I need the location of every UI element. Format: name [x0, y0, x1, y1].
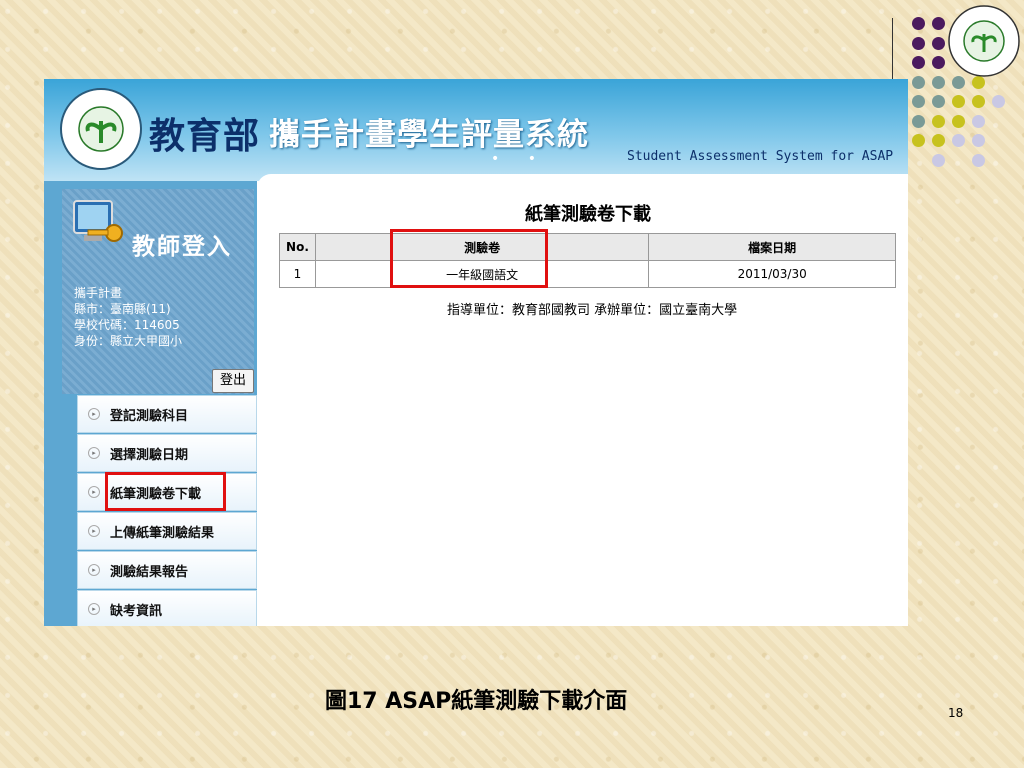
header-decor: • • [491, 151, 548, 167]
ministry-name: 教育部 [149, 116, 261, 157]
menu-item-label: 登記測驗科目 [110, 409, 189, 424]
decorative-dot [912, 134, 925, 147]
menu-item-result-report[interactable]: ▸ 測驗結果報告 [77, 551, 257, 589]
app-header: 教育部 攜手計畫學生評量系統 • • Student Assessment Sy… [44, 79, 908, 181]
highlight-box-paper-column [390, 229, 548, 288]
download-table: No. 測驗卷 檔案日期 1 一年級國語文 2011/03/30 [279, 233, 896, 288]
decorative-dot [932, 75, 945, 89]
highlight-box-download-menu [105, 472, 226, 511]
page-title: 紙筆測驗卷下載 [525, 204, 651, 225]
decorative-dot [932, 17, 945, 30]
menu-item-label: 選擇測驗日期 [110, 448, 189, 463]
menu-item-label: 測驗結果報告 [110, 565, 189, 580]
monitor-key-icon [73, 200, 123, 242]
ministry-logo-top-right [948, 5, 1020, 77]
column-header-no: No. [279, 233, 316, 261]
menu-item-upload-results[interactable]: ▸ 上傳紙筆測驗結果 [77, 512, 257, 550]
menu-item-absence-info[interactable]: ▸ 缺考資訊 [77, 590, 257, 626]
system-title: 攜手計畫學生評量系統 [269, 117, 589, 153]
menu-item-label: 上傳紙筆測驗結果 [110, 526, 215, 541]
decorative-dot [912, 95, 925, 108]
decorative-dot [912, 75, 925, 89]
decorative-dot [952, 114, 965, 128]
user-info-county: 縣市：臺南縣(11) [74, 302, 171, 316]
cell-date: 2011/03/30 [648, 260, 896, 288]
decorative-dot [932, 56, 945, 69]
divider-line [892, 18, 893, 80]
chevron-right-icon: ▸ [88, 525, 100, 537]
sidebar: 教師登入 攜手計畫 縣市：臺南縣(11) 學校代碼：114605 身份：縣立大甲… [44, 181, 257, 626]
chevron-right-icon: ▸ [88, 486, 100, 498]
table-row: 1 一年級國語文 2011/03/30 [279, 260, 896, 288]
footer-note: 指導單位：教育部國教司 承辦單位：國立臺南大學 [447, 303, 738, 318]
system-title-en: Student Assessment System for ASAP [627, 149, 894, 164]
screenshot-panel: 教育部 攜手計畫學生評量系統 • • Student Assessment Sy… [44, 79, 908, 626]
chevron-right-icon: ▸ [88, 408, 100, 420]
user-info-program: 攜手計畫 [74, 286, 123, 300]
decorative-dot [952, 95, 965, 108]
teacher-login-box: 教師登入 攜手計畫 縣市：臺南縣(11) 學校代碼：114605 身份：縣立大甲… [62, 189, 254, 394]
chevron-right-icon: ▸ [88, 447, 100, 459]
column-header-date: 檔案日期 [648, 233, 896, 261]
chevron-right-icon: ▸ [88, 564, 100, 576]
table-header-row: No. 測驗卷 檔案日期 [279, 233, 896, 261]
decorative-dot [932, 36, 945, 50]
ministry-logo [60, 88, 142, 170]
decorative-dot [932, 95, 945, 108]
main-content: 紙筆測驗卷下載 No. 測驗卷 檔案日期 1 一年級國語文 2011/03/30… [257, 174, 908, 626]
menu-item-label: 缺考資訊 [110, 604, 163, 619]
cell-no: 1 [279, 260, 316, 288]
user-info-identity: 身份：縣立大甲國小 [74, 334, 183, 348]
chevron-right-icon: ▸ [88, 603, 100, 615]
decorative-dot [912, 17, 925, 30]
decorative-dot [952, 134, 965, 147]
decorative-dot [992, 95, 1005, 108]
decorative-dot [932, 114, 945, 128]
decorative-dot [932, 134, 945, 147]
decorative-dot [972, 153, 985, 167]
decorative-dot [932, 153, 945, 167]
logout-button[interactable]: 登出 [212, 369, 254, 393]
menu-item-register-subject[interactable]: ▸ 登記測驗科目 [77, 395, 257, 433]
user-info-school-code: 學校代碼：114605 [74, 318, 180, 332]
slide-caption: 圖17 ASAP紙筆測驗下載介面 [325, 689, 628, 714]
decorative-dot [972, 114, 985, 128]
decorative-dot [912, 56, 925, 69]
decorative-dot [972, 134, 985, 147]
decorative-dot [912, 114, 925, 128]
decorative-dot [972, 95, 985, 108]
menu-item-select-date[interactable]: ▸ 選擇測驗日期 [77, 434, 257, 472]
login-title: 教師登入 [132, 234, 232, 260]
decorative-dot [912, 36, 925, 50]
page-number: 18 [948, 706, 964, 720]
